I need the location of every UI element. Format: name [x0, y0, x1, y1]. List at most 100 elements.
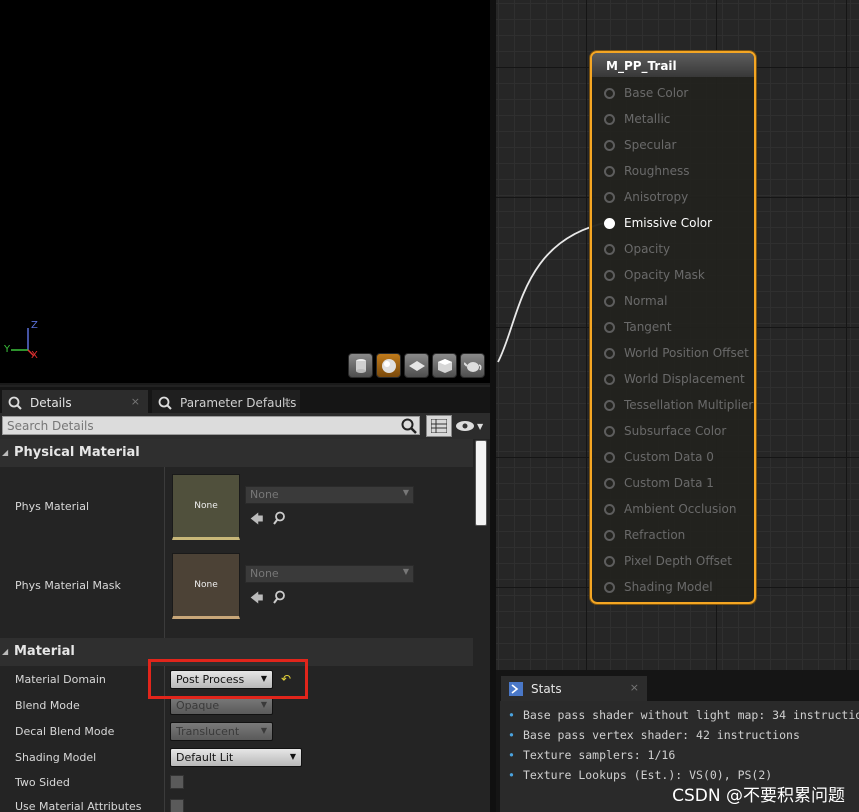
decal-blend-mode-dropdown[interactable]: Translucent ▼: [170, 722, 273, 741]
stat-text: Base pass shader without light map: 34 i…: [522, 708, 859, 722]
category-material-title: Material: [14, 644, 75, 659]
node-pin[interactable]: Opacity: [604, 239, 670, 259]
pin-circle-icon[interactable]: [604, 581, 615, 593]
pin-circle-icon[interactable]: [604, 425, 615, 437]
magnifier-icon: [158, 396, 172, 410]
pin-label: Pixel Depth Offset: [624, 554, 732, 568]
axis-y-label: Y: [4, 344, 11, 355]
material-result-node[interactable]: M_PP_Trail Base Color Metallic Specular Rou…: [590, 51, 756, 604]
node-pin[interactable]: Pixel Depth Offset: [604, 551, 732, 571]
pin-circle-icon[interactable]: [604, 243, 615, 255]
pin-circle-icon[interactable]: [604, 399, 615, 411]
chevron-down-icon: ▼: [260, 700, 267, 709]
node-pin[interactable]: Shading Model: [604, 577, 713, 597]
pin-circle-icon[interactable]: [604, 373, 615, 385]
browse-search-icon[interactable]: [273, 511, 287, 525]
use-material-attributes-checkbox[interactable]: [170, 799, 184, 812]
node-pin[interactable]: Metallic: [604, 109, 670, 129]
pin-label: World Position Offset: [624, 346, 749, 360]
phys-material-mask-thumbnail[interactable]: None: [172, 553, 240, 619]
pin-circle-icon[interactable]: [604, 321, 615, 333]
preview-teapot-button[interactable]: [460, 353, 485, 378]
pin-circle-icon[interactable]: [604, 191, 615, 203]
phys-material-thumbnail[interactable]: None: [172, 474, 240, 540]
close-icon[interactable]: ×: [283, 395, 292, 408]
pin-label: Specular: [624, 138, 677, 152]
pin-circle-icon[interactable]: [604, 477, 615, 489]
shading-model-value: Default Lit: [176, 751, 234, 764]
close-icon[interactable]: ×: [630, 681, 639, 694]
asset-picker-value: None: [250, 567, 279, 580]
pin-label: World Displacement: [624, 372, 745, 386]
use-selected-arrow-icon[interactable]: 🡄: [250, 510, 263, 532]
pin-circle-icon[interactable]: [604, 139, 615, 151]
node-pin[interactable]: Refraction: [604, 525, 685, 545]
pin-circle-icon[interactable]: [604, 269, 615, 281]
pin-label: Metallic: [624, 112, 671, 126]
eye-icon: [456, 421, 474, 431]
node-pin[interactable]: Custom Data 0: [604, 447, 714, 467]
node-pin[interactable]: Roughness: [604, 161, 689, 181]
pin-label: Custom Data 0: [624, 450, 714, 464]
browse-search-icon[interactable]: [273, 590, 287, 604]
two-sided-checkbox[interactable]: [170, 775, 184, 789]
pin-circle-icon[interactable]: [604, 503, 615, 515]
use-selected-arrow-icon[interactable]: 🡄: [250, 589, 263, 611]
preview-plane-button[interactable]: [404, 353, 429, 378]
search-details-input[interactable]: [2, 416, 420, 435]
stat-text: Texture Lookups (Est.): VS(0), PS(2): [522, 768, 773, 782]
node-pin[interactable]: Base Color: [604, 83, 688, 103]
pin-circle-icon[interactable]: [604, 295, 615, 307]
preview-sphere-button[interactable]: [376, 353, 401, 378]
pin-circle-icon[interactable]: [604, 87, 615, 99]
node-pin[interactable]: Opacity Mask: [604, 265, 705, 285]
magnifier-icon: [8, 396, 22, 410]
node-pin[interactable]: Emissive Color: [604, 213, 712, 233]
phys-material-asset-picker[interactable]: None ▼: [245, 486, 414, 504]
preview-cylinder-button[interactable]: [348, 353, 373, 378]
pin-label: Subsurface Color: [624, 424, 727, 438]
node-pin[interactable]: Specular: [604, 135, 676, 155]
phys-material-mask-asset-picker[interactable]: None ▼: [245, 565, 414, 583]
watermark: CSDN @不要积累问题: [672, 786, 845, 806]
node-pin[interactable]: Tessellation Multiplier: [604, 395, 753, 415]
node-pin[interactable]: Subsurface Color: [604, 421, 726, 441]
axis-x-label: X: [31, 350, 38, 361]
tab-parameter-defaults[interactable]: Parameter Defaults ×: [152, 390, 300, 415]
grid-view-icon: [431, 419, 447, 433]
chevron-down-icon: ▼: [289, 752, 296, 761]
bullet-icon: •: [508, 728, 515, 742]
tab-stats-label: Stats: [531, 681, 562, 696]
pin-circle-icon[interactable]: [604, 529, 615, 541]
pin-circle-icon[interactable]: [604, 451, 615, 463]
node-pin[interactable]: World Position Offset: [604, 343, 749, 363]
node-pin[interactable]: Custom Data 1: [604, 473, 714, 493]
pin-circle-icon[interactable]: [604, 165, 615, 177]
property-matrix-button[interactable]: [426, 415, 452, 437]
tab-details[interactable]: Details ×: [2, 390, 148, 415]
close-icon[interactable]: ×: [131, 395, 140, 408]
preview-cube-button[interactable]: [432, 353, 457, 378]
pin-circle-icon[interactable]: [604, 347, 615, 359]
tab-details-label: Details: [30, 395, 72, 410]
material-preview-viewport[interactable]: Z Y X: [0, 0, 490, 383]
details-scrollbar[interactable]: [475, 440, 487, 526]
node-pin[interactable]: Normal: [604, 291, 667, 311]
view-options-button[interactable]: ▼: [455, 417, 487, 435]
pin-circle-icon[interactable]: [604, 555, 615, 567]
column-divider: [164, 467, 165, 638]
node-pin[interactable]: World Displacement: [604, 369, 745, 389]
pin-circle-icon[interactable]: [604, 113, 615, 125]
shading-model-dropdown[interactable]: Default Lit ▼: [170, 748, 302, 767]
pin-circle-icon[interactable]: [604, 217, 615, 229]
search-icon[interactable]: [401, 418, 417, 434]
thumbnail-none-text: None: [194, 580, 218, 590]
pin-label: Tessellation Multiplier: [624, 398, 754, 412]
tab-stats[interactable]: Stats ×: [501, 676, 647, 701]
prop-use-material-attributes-label: Use Material Attributes: [15, 800, 142, 812]
node-pin[interactable]: Tangent: [604, 317, 672, 337]
node-pin[interactable]: Anisotropy: [604, 187, 688, 207]
node-pin[interactable]: Ambient Occlusion: [604, 499, 736, 519]
category-physical-material[interactable]: ◢ Physical Material: [0, 439, 473, 467]
stat-line: • Base pass vertex shader: 42 instruction…: [500, 728, 859, 748]
